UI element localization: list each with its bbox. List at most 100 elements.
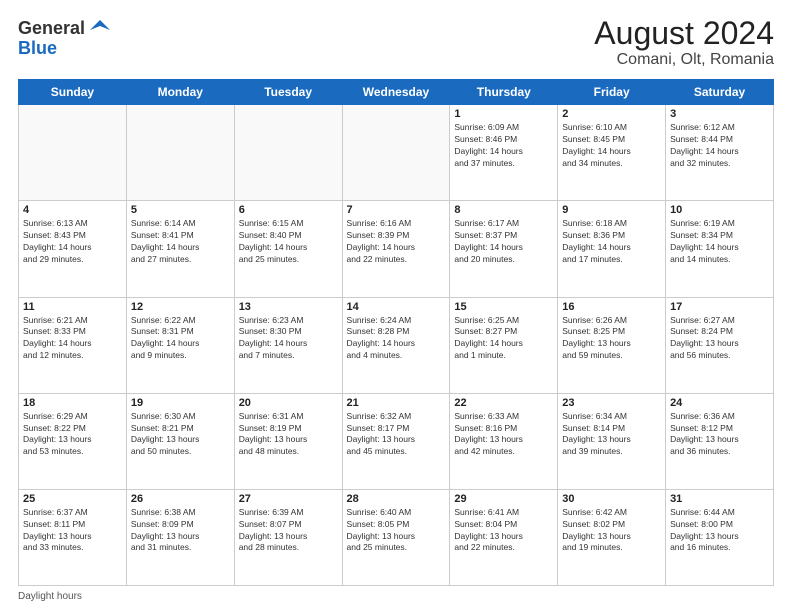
calendar-cell: 27Sunrise: 6:39 AM Sunset: 8:07 PM Dayli…	[234, 489, 342, 585]
day-number: 18	[23, 397, 122, 409]
day-number: 6	[239, 204, 338, 216]
calendar-cell: 16Sunrise: 6:26 AM Sunset: 8:25 PM Dayli…	[558, 297, 666, 393]
calendar-cell: 21 Sunrise: 6:32 AM Sunset: 8:17 PM Dayli…	[342, 393, 450, 489]
day-number: 23	[562, 397, 661, 409]
day-info: Sunrise: 6:37 AM Sunset: 8:11 PM Dayligh…	[23, 507, 122, 555]
day-number: 2	[562, 108, 661, 120]
calendar-cell: 13Sunrise: 6:23 AM Sunset: 8:30 PM Dayli…	[234, 297, 342, 393]
calendar-cell: 6 Sunrise: 6:15 AM Sunset: 8:40 PM Daylig…	[234, 201, 342, 297]
calendar-cell: 29 Sunrise: 6:41 AM Sunset: 8:04 PM Dayli…	[450, 489, 558, 585]
calendar-cell: 1 Sunrise: 6:09 AM Sunset: 8:46 PM Daylig…	[450, 105, 558, 201]
day-info: Sunrise: 6:38 AM Sunset: 8:09 PM Dayligh…	[131, 507, 230, 555]
day-info: Sunrise: 6:29 AM Sunset: 8:22 PM Dayligh…	[23, 411, 122, 459]
footer-note: Daylight hours	[18, 591, 774, 602]
calendar-cell: 23 Sunrise: 6:34 AM Sunset: 8:14 PM Dayli…	[558, 393, 666, 489]
calendar-cell	[126, 105, 234, 201]
calendar-cell: 24 Sunrise: 6:36 AM Sunset: 8:12 PM Dayli…	[666, 393, 774, 489]
logo-blue: Blue	[18, 38, 112, 59]
calendar-cell: 9Sunrise: 6:18 AM Sunset: 8:36 PM Daylig…	[558, 201, 666, 297]
day-info: Sunrise: 6:25 AM Sunset: 8:27 PM Dayligh…	[454, 315, 553, 363]
day-number: 21	[347, 397, 446, 409]
day-number: 10	[670, 204, 769, 216]
calendar-cell: 5 Sunrise: 6:14 AM Sunset: 8:41 PM Daylig…	[126, 201, 234, 297]
calendar-cell: 2 Sunrise: 6:10 AM Sunset: 8:45 PM Daylig…	[558, 105, 666, 201]
calendar-cell: 26 Sunrise: 6:38 AM Sunset: 8:09 PM Dayli…	[126, 489, 234, 585]
day-info: Sunrise: 6:21 AM Sunset: 8:33 PM Dayligh…	[23, 315, 122, 363]
logo-text: General Blue	[18, 16, 112, 59]
day-number: 1	[454, 108, 553, 120]
day-info: Sunrise: 6:44 AM Sunset: 8:00 PM Dayligh…	[670, 507, 769, 555]
day-number: 20	[239, 397, 338, 409]
day-info: Sunrise: 6:26 AM Sunset: 8:25 PM Dayligh…	[562, 315, 661, 363]
day-info: Sunrise: 6:24 AM Sunset: 8:28 PM Dayligh…	[347, 315, 446, 363]
day-number: 12	[131, 301, 230, 313]
day-number: 7	[347, 204, 446, 216]
calendar-week-1: 1 Sunrise: 6:09 AM Sunset: 8:46 PM Daylig…	[19, 105, 774, 201]
month-year: August 2024	[594, 16, 774, 51]
calendar-cell: 11 Sunrise: 6:21 AM Sunset: 8:33 PM Dayli…	[19, 297, 127, 393]
day-info: Sunrise: 6:30 AM Sunset: 8:21 PM Dayligh…	[131, 411, 230, 459]
logo-icon	[88, 16, 112, 40]
day-number: 24	[670, 397, 769, 409]
day-number: 17	[670, 301, 769, 313]
col-header-tuesday: Tuesday	[234, 80, 342, 105]
day-info: Sunrise: 6:33 AM Sunset: 8:16 PM Dayligh…	[454, 411, 553, 459]
day-info: Sunrise: 6:22 AM Sunset: 8:31 PM Dayligh…	[131, 315, 230, 363]
day-number: 31	[670, 493, 769, 505]
title-block: August 2024 Comani, Olt, Romania	[594, 16, 774, 69]
calendar-week-3: 11 Sunrise: 6:21 AM Sunset: 8:33 PM Dayli…	[19, 297, 774, 393]
calendar-cell: 8Sunrise: 6:17 AM Sunset: 8:37 PM Daylig…	[450, 201, 558, 297]
calendar-cell	[342, 105, 450, 201]
calendar-cell: 4 Sunrise: 6:13 AM Sunset: 8:43 PM Daylig…	[19, 201, 127, 297]
calendar-week-2: 4 Sunrise: 6:13 AM Sunset: 8:43 PM Daylig…	[19, 201, 774, 297]
calendar-cell: 12 Sunrise: 6:22 AM Sunset: 8:31 PM Dayli…	[126, 297, 234, 393]
logo-general: General	[18, 18, 85, 39]
day-info: Sunrise: 6:09 AM Sunset: 8:46 PM Dayligh…	[454, 122, 553, 170]
day-number: 4	[23, 204, 122, 216]
calendar-cell: 17Sunrise: 6:27 AM Sunset: 8:24 PM Dayli…	[666, 297, 774, 393]
day-info: Sunrise: 6:19 AM Sunset: 8:34 PM Dayligh…	[670, 218, 769, 266]
day-number: 5	[131, 204, 230, 216]
header: General Blue August 2024 Comani, Olt, Ro…	[18, 16, 774, 69]
day-info: Sunrise: 6:31 AM Sunset: 8:19 PM Dayligh…	[239, 411, 338, 459]
calendar-cell: 25Sunrise: 6:37 AM Sunset: 8:11 PM Dayli…	[19, 489, 127, 585]
day-info: Sunrise: 6:42 AM Sunset: 8:02 PM Dayligh…	[562, 507, 661, 555]
day-info: Sunrise: 6:10 AM Sunset: 8:45 PM Dayligh…	[562, 122, 661, 170]
day-number: 29	[454, 493, 553, 505]
day-number: 3	[670, 108, 769, 120]
day-info: Sunrise: 6:18 AM Sunset: 8:36 PM Dayligh…	[562, 218, 661, 266]
day-number: 11	[23, 301, 122, 313]
day-number: 22	[454, 397, 553, 409]
day-info: Sunrise: 6:12 AM Sunset: 8:44 PM Dayligh…	[670, 122, 769, 170]
col-header-saturday: Saturday	[666, 80, 774, 105]
calendar-table: SundayMondayTuesdayWednesdayThursdayFrid…	[18, 79, 774, 586]
day-number: 27	[239, 493, 338, 505]
logo: General Blue	[18, 16, 112, 59]
day-number: 19	[131, 397, 230, 409]
col-header-friday: Friday	[558, 80, 666, 105]
day-number: 28	[347, 493, 446, 505]
day-info: Sunrise: 6:14 AM Sunset: 8:41 PM Dayligh…	[131, 218, 230, 266]
calendar-cell: 15 Sunrise: 6:25 AM Sunset: 8:27 PM Dayli…	[450, 297, 558, 393]
day-info: Sunrise: 6:41 AM Sunset: 8:04 PM Dayligh…	[454, 507, 553, 555]
day-info: Sunrise: 6:16 AM Sunset: 8:39 PM Dayligh…	[347, 218, 446, 266]
calendar-cell: 30 Sunrise: 6:42 AM Sunset: 8:02 PM Dayli…	[558, 489, 666, 585]
calendar-week-5: 25Sunrise: 6:37 AM Sunset: 8:11 PM Dayli…	[19, 489, 774, 585]
day-info: Sunrise: 6:13 AM Sunset: 8:43 PM Dayligh…	[23, 218, 122, 266]
calendar-cell: 19 Sunrise: 6:30 AM Sunset: 8:21 PM Dayli…	[126, 393, 234, 489]
calendar-cell: 7 Sunrise: 6:16 AM Sunset: 8:39 PM Daylig…	[342, 201, 450, 297]
day-number: 14	[347, 301, 446, 313]
col-header-wednesday: Wednesday	[342, 80, 450, 105]
day-number: 26	[131, 493, 230, 505]
day-number: 15	[454, 301, 553, 313]
day-info: Sunrise: 6:36 AM Sunset: 8:12 PM Dayligh…	[670, 411, 769, 459]
day-number: 8	[454, 204, 553, 216]
calendar-cell: 14 Sunrise: 6:24 AM Sunset: 8:28 PM Dayli…	[342, 297, 450, 393]
calendar-cell: 20 Sunrise: 6:31 AM Sunset: 8:19 PM Dayli…	[234, 393, 342, 489]
col-header-thursday: Thursday	[450, 80, 558, 105]
calendar-cell: 22 Sunrise: 6:33 AM Sunset: 8:16 PM Dayli…	[450, 393, 558, 489]
day-number: 30	[562, 493, 661, 505]
day-info: Sunrise: 6:32 AM Sunset: 8:17 PM Dayligh…	[347, 411, 446, 459]
day-info: Sunrise: 6:15 AM Sunset: 8:40 PM Dayligh…	[239, 218, 338, 266]
day-info: Sunrise: 6:34 AM Sunset: 8:14 PM Dayligh…	[562, 411, 661, 459]
